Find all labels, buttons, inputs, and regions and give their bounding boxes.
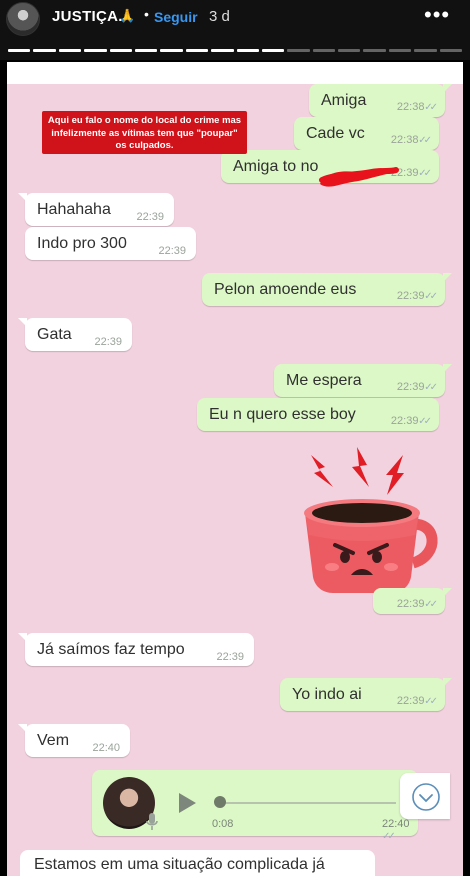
microphone-icon [146,813,158,830]
message-time: 22:38 [397,100,435,115]
message-text: Amiga [321,92,367,109]
message-time: 22:38 [391,133,429,148]
chat-screenshot: Amiga 22:38 Cade vc 22:38 Amiga to no 22… [7,62,463,876]
message-text: Amiga to no [233,158,319,175]
profile-avatar[interactable] [6,2,40,36]
message-text: Pelon amoende eus [214,281,357,298]
message-bubble[interactable]: Gata 22:39 [18,318,132,351]
story-progress-segment [185,49,209,52]
message-time: 22:39 [397,694,435,709]
story-progress [8,49,463,52]
message-text: Me espera [286,372,362,389]
message-bubble[interactable]: Hahahaha 22:39 [18,193,174,226]
message-bubble[interactable]: Já saímos faz tempo 22:39 [18,633,254,666]
message-bubble-partial[interactable]: Estamos em uma situação complicada já [20,850,375,876]
play-icon[interactable] [177,792,197,814]
message-time: 22:39 [158,245,186,257]
story-progress-segment [58,49,82,52]
message-time: 22:39 [216,651,244,663]
lightning-bolt-icon [352,447,369,487]
scroll-to-bottom-button[interactable] [400,773,450,819]
message-time: 22:39 [397,380,435,395]
message-bubble[interactable]: Cade vc 22:38 [294,117,439,150]
story-progress-segment [338,49,361,52]
lightning-bolt-icon [311,455,333,487]
message-bubble[interactable]: Amiga 22:38 [309,84,452,117]
message-time: 22:40 [92,742,120,754]
voice-time: 22:40 [382,818,418,842]
message-time: 22:39 [391,414,429,429]
story-progress-segment [388,49,412,52]
message-time: 22:39 [397,289,435,304]
message-bubble[interactable]: Indo pro 300 22:39 [25,227,196,260]
message-text: Eu n quero esse boy [209,406,356,423]
story-progress-segment [312,49,336,52]
story-progress-segment [84,49,107,52]
pray-emoji: 🙏 [119,8,136,23]
message-text: Hahahaha [37,201,111,218]
story-progress-segment [109,49,132,52]
message-time: 22:39 [94,336,122,348]
story-progress-segment [287,49,310,52]
audio-progress-knob[interactable] [214,796,226,808]
story-header: JUSTIÇA. 🙏 • Seguir 3 d ••• [0,0,470,60]
sticker-timestamp: 22:39 [373,588,452,614]
story-progress-segment [160,49,183,52]
message-text: Cade vc [306,125,365,142]
more-horizontal-icon[interactable]: ••• [424,2,450,28]
story-progress-segment [33,49,56,52]
screenshot-top-border [7,62,463,84]
username[interactable]: JUSTIÇA. [52,8,123,25]
message-bubble[interactable]: Yo indo ai 22:39 [280,678,452,711]
chevron-down-circle-icon [412,783,440,811]
angry-mug-sticker[interactable] [297,447,447,597]
message-text: Já saímos faz tempo [37,641,185,658]
message-bubble[interactable]: Pelon amoende eus 22:39 [202,273,452,306]
separator-dot: • [144,6,149,22]
story-progress-segment [8,49,31,52]
story-progress-segment [236,49,259,52]
message-text: Indo pro 300 [37,235,127,252]
audio-progress-track[interactable] [220,802,396,804]
story-progress-segment [439,49,463,52]
story-progress-segment [363,49,386,52]
message-time: 22:39 [397,597,435,612]
message-bubble[interactable]: Vem 22:40 [18,724,130,757]
message-time: 22:39 [136,211,164,223]
voice-duration: 0:08 [212,818,234,830]
message-text: Estamos em uma situação complicada já [34,856,325,873]
story-progress-segment [414,49,437,52]
redaction-scribble [319,167,399,187]
message-text: Vem [37,732,70,749]
story-time: 3 d [209,8,230,25]
lightning-bolt-icon [386,455,404,495]
story-caption: Aqui eu falo o nome do local do crime ma… [42,111,247,154]
message-text: Gata [37,326,72,343]
message-text: Yo indo ai [292,686,362,703]
story-progress-segment [134,49,158,52]
follow-button[interactable]: Seguir [154,9,198,25]
message-bubble[interactable]: Eu n quero esse boy 22:39 [197,398,439,431]
voice-message[interactable]: 0:08 22:40 [92,770,418,836]
message-bubble[interactable]: Me espera 22:39 [274,364,452,397]
story-progress-segment [261,49,285,52]
story-progress-segment [211,49,234,52]
